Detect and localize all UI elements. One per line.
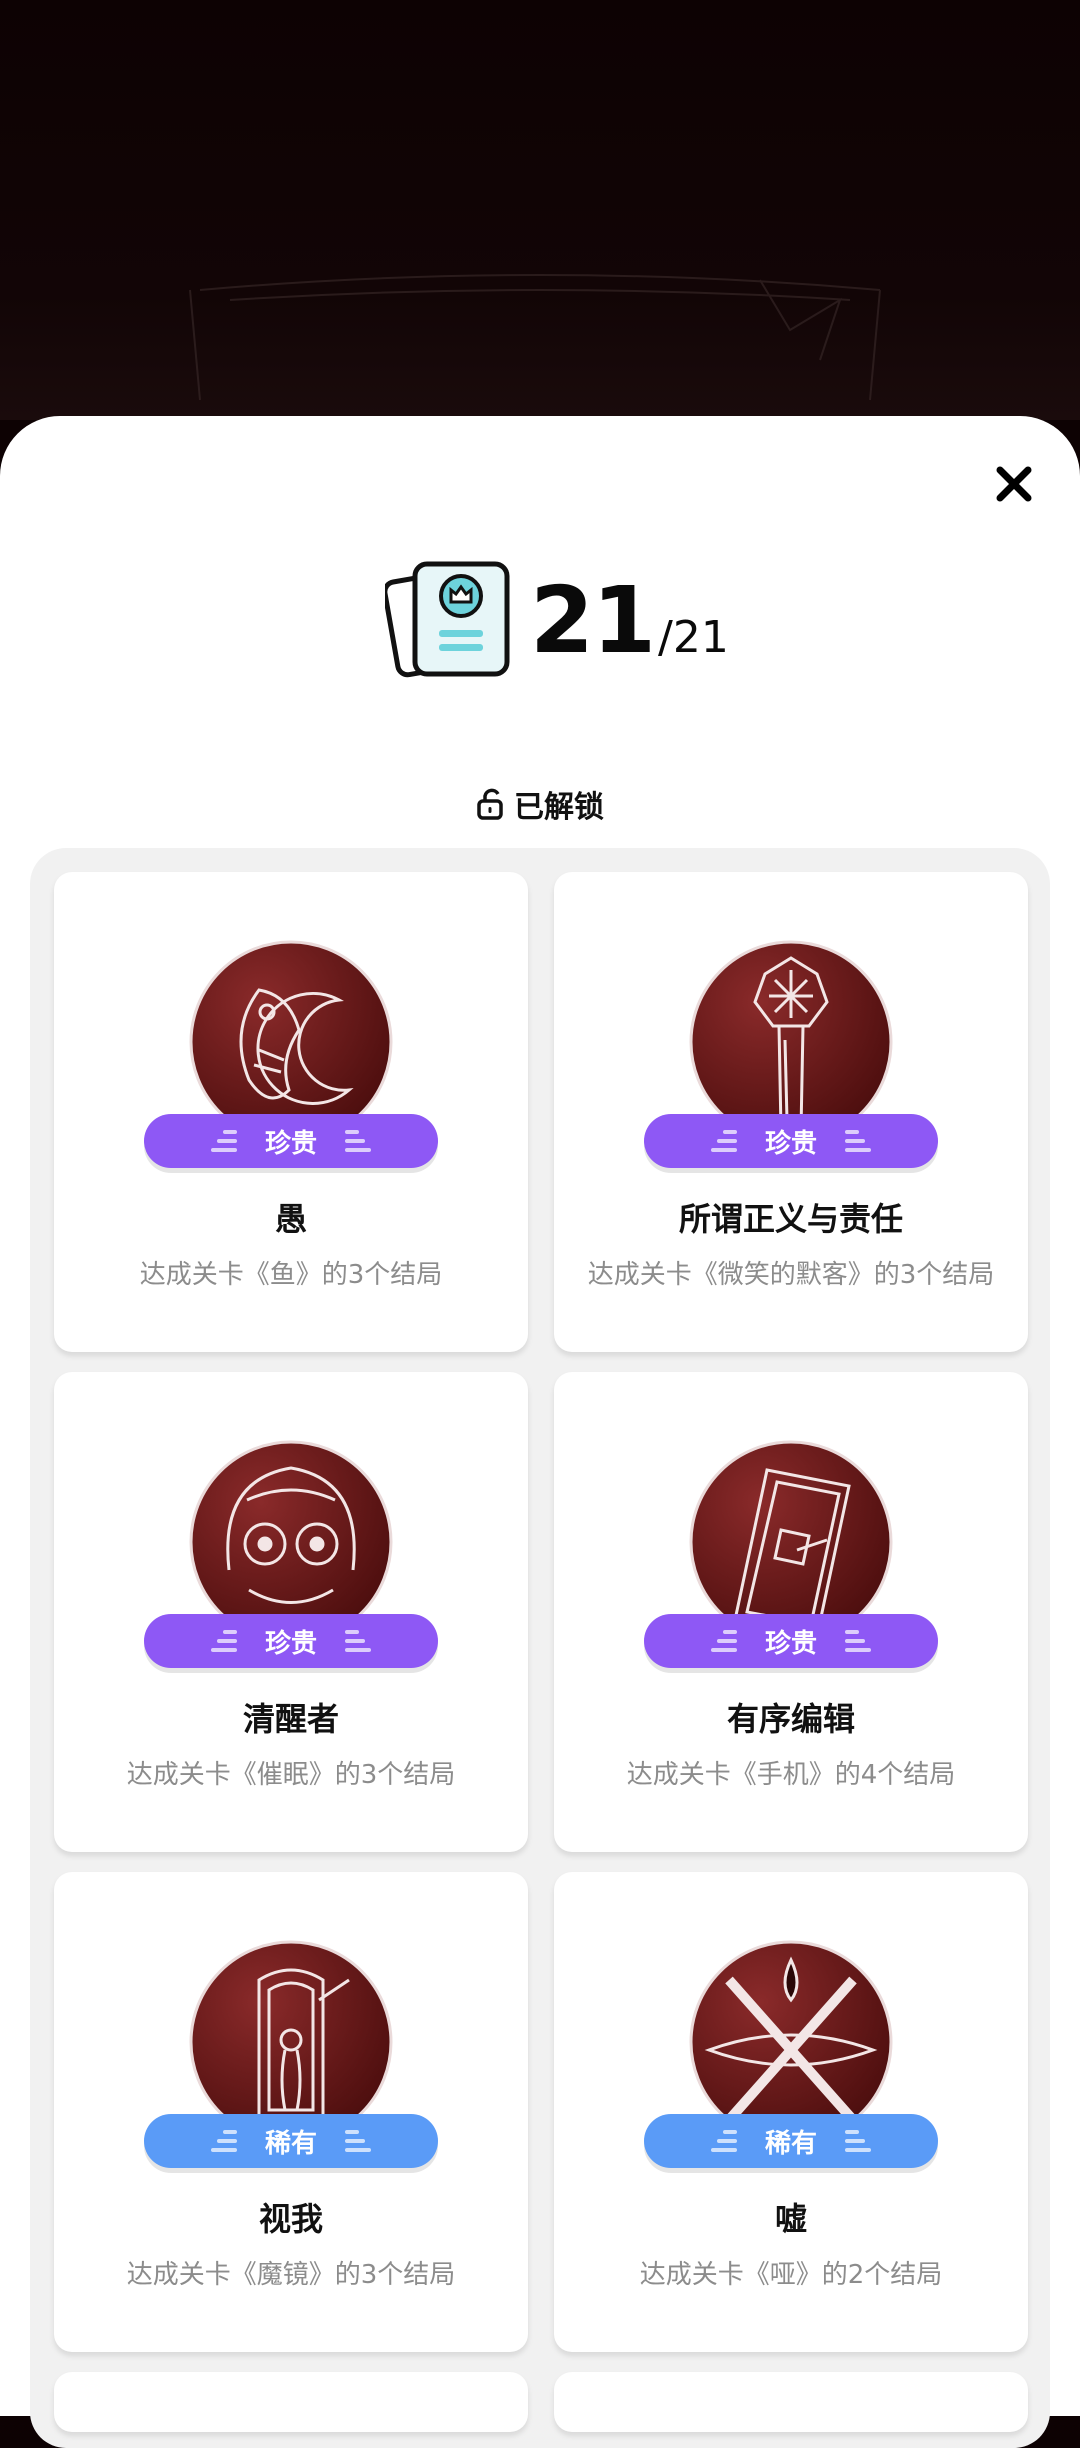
unlocked-section-header: 已解锁 <box>0 780 1080 828</box>
badge-right-lines-icon <box>345 2130 371 2152</box>
achievement-card[interactable] <box>554 2372 1028 2432</box>
achievement-title: 有序编辑 <box>726 1700 855 1738</box>
achievement-title: 所谓正义与责任 <box>678 1200 903 1238</box>
badge-right-lines-icon <box>345 1130 371 1152</box>
achievement-description: 达成关卡《微笑的默客》的3个结局 <box>587 1260 995 1290</box>
rarity-label: 珍贵 <box>764 1628 817 1659</box>
rarity-badge: 珍贵 <box>144 1614 438 1668</box>
achievement-title: 愚 <box>274 1200 307 1238</box>
achievement-card[interactable]: 珍贵 愚 达成关卡《鱼》的3个结局 <box>54 872 528 1352</box>
achievement-description: 达成关卡《手机》的4个结局 <box>626 1760 956 1790</box>
rarity-label: 稀有 <box>264 2128 317 2159</box>
achievement-card[interactable]: 珍贵 所谓正义与责任 达成关卡《微笑的默客》的3个结局 <box>554 872 1028 1352</box>
achievement-card-icon <box>385 561 510 678</box>
background-sketch <box>189 274 881 401</box>
rarity-label: 珍贵 <box>764 1128 817 1159</box>
unlocked-label: 已解锁 <box>514 790 604 825</box>
badge-left-lines-icon <box>210 1630 237 1652</box>
unlock-icon <box>477 788 503 820</box>
achievement-title: 嘘 <box>774 2200 807 2238</box>
achievement-description: 达成关卡《催眠》的3个结局 <box>126 1760 456 1790</box>
badge-left-lines-icon <box>710 2130 737 2152</box>
achievement-counter: 21 /21 <box>385 556 729 686</box>
badge-right-lines-icon <box>845 1130 871 1152</box>
rarity-label: 珍贵 <box>264 1128 317 1159</box>
total-count: /21 <box>658 612 729 663</box>
badge-right-lines-icon <box>845 2130 871 2152</box>
rarity-badge: 稀有 <box>644 2114 938 2168</box>
badge-right-lines-icon <box>345 1630 371 1652</box>
rarity-label: 珍贵 <box>264 1628 317 1659</box>
achievement-title: 清醒者 <box>242 1700 339 1738</box>
achievement-title: 视我 <box>258 2200 323 2238</box>
close-icon <box>996 466 1032 502</box>
badge-left-lines-icon <box>210 1130 237 1152</box>
achievement-card[interactable]: 稀有 视我 达成关卡《魔镜》的3个结局 <box>54 1872 528 2352</box>
rarity-label: 稀有 <box>764 2128 817 2159</box>
rarity-badge: 珍贵 <box>644 1114 938 1168</box>
rarity-badge: 稀有 <box>144 2114 438 2168</box>
badge-right-lines-icon <box>845 1630 871 1652</box>
achievement-card[interactable]: 珍贵 清醒者 达成关卡《催眠》的3个结局 <box>54 1372 528 1852</box>
achievement-card[interactable]: 稀有 嘘 达成关卡《哑》的2个结局 <box>554 1872 1028 2352</box>
achievement-description: 达成关卡《魔镜》的3个结局 <box>126 2260 456 2290</box>
badge-left-lines-icon <box>710 1130 737 1152</box>
unlocked-count: 21 <box>530 567 656 674</box>
achievement-card[interactable]: 珍贵 有序编辑 达成关卡《手机》的4个结局 <box>554 1372 1028 1852</box>
rarity-badge: 珍贵 <box>144 1114 438 1168</box>
achievement-description: 达成关卡《鱼》的3个结局 <box>139 1260 443 1290</box>
achievement-description: 达成关卡《哑》的2个结局 <box>639 2260 943 2290</box>
badge-left-lines-icon <box>210 2130 237 2152</box>
badge-left-lines-icon <box>710 1630 737 1652</box>
achievement-grid: 珍贵 愚 达成关卡《鱼》的3个结局 珍贵 所谓正义与责任 达成关卡《微笑的默客》… <box>54 872 1028 2432</box>
achievement-card[interactable] <box>54 2372 528 2432</box>
close-button[interactable] <box>982 452 1046 516</box>
rarity-badge: 珍贵 <box>644 1614 938 1668</box>
